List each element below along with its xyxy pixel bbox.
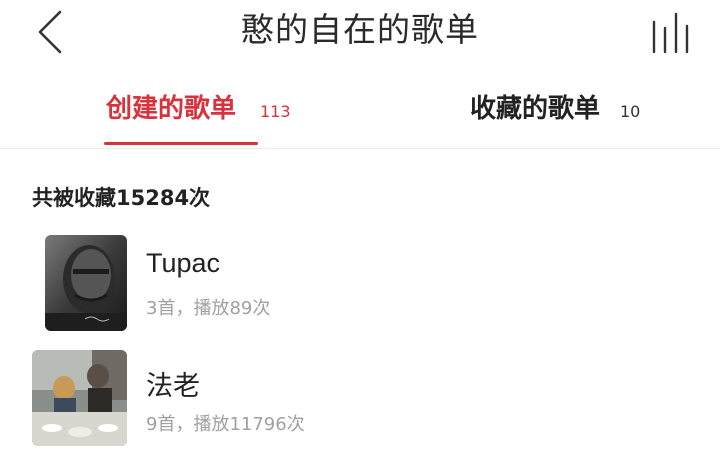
tab-label: 收藏的歌单 xyxy=(470,94,601,124)
tab-collected-playlists[interactable]: 收藏的歌单 10 xyxy=(470,82,670,146)
collected-count-summary: 共被收藏15284次 xyxy=(32,186,211,210)
tab-created-playlists[interactable]: 创建的歌单 113 xyxy=(106,82,296,146)
header-bar: 憨的自在的歌单 xyxy=(0,0,720,64)
bars-icon xyxy=(652,12,689,54)
playlist-title: 法老 xyxy=(146,371,200,401)
playlist-item[interactable]: 法老 9首，播放11796次 xyxy=(0,348,720,448)
chevron-left-icon xyxy=(38,10,62,54)
playlist-item[interactable]: Tupac 3首，播放89次 xyxy=(0,232,720,332)
playlist-meta: 3首，播放89次 xyxy=(146,298,271,319)
menu-button[interactable] xyxy=(648,12,700,56)
tab-label: 创建的歌单 xyxy=(106,94,237,124)
tab-count: 10 xyxy=(620,102,641,121)
playlist-cover xyxy=(45,235,127,331)
playlist-page: 憨的自在的歌单 创建的歌单 113 收藏的歌单 10 共被收藏15284次 Tu… xyxy=(0,0,720,459)
playlist-cover xyxy=(32,350,127,446)
divider xyxy=(0,148,720,149)
playlist-meta: 9首，播放11796次 xyxy=(146,414,305,435)
page-title: 憨的自在的歌单 xyxy=(241,10,479,49)
back-button[interactable] xyxy=(28,8,72,56)
tab-count: 113 xyxy=(260,102,291,121)
tab-bar: 创建的歌单 113 收藏的歌单 10 xyxy=(0,82,720,148)
playlist-title: Tupac xyxy=(146,248,221,278)
active-tab-indicator xyxy=(104,142,258,145)
